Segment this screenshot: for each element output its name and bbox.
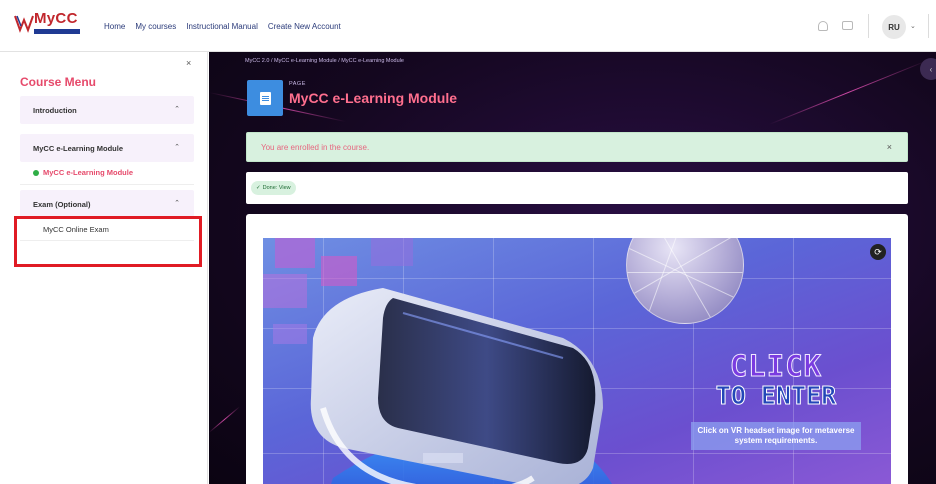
page-document-icon	[247, 80, 283, 116]
decor-cube	[275, 238, 315, 268]
geodesic-sphere	[626, 238, 744, 324]
mycc-logo[interactable]: MyCC	[14, 10, 82, 40]
decor-cube	[273, 324, 307, 344]
nav-home[interactable]: Home	[104, 22, 125, 31]
chevron-down-icon[interactable]: ⌄	[910, 22, 916, 30]
divider	[928, 14, 929, 38]
page-title: MyCC e-Learning Module	[289, 90, 458, 106]
content-card: ⟳ CLICK TO ENTER Click on VR headset ima…	[246, 214, 908, 484]
check-icon: ✓	[256, 185, 261, 191]
sidebar-item-label: MyCC e-Learning Module	[43, 168, 134, 177]
decor-line	[768, 60, 927, 125]
logo-mark-icon	[14, 15, 34, 33]
nav-create-account[interactable]: Create New Account	[268, 22, 341, 31]
chevron-up-icon[interactable]: ⌃	[174, 199, 180, 207]
course-menu-title: Course Menu	[20, 75, 97, 89]
highlight-annotation	[14, 216, 202, 267]
view-360-icon[interactable]: ⟳	[870, 244, 886, 260]
close-icon[interactable]: ×	[887, 142, 892, 152]
drawer-toggle-icon[interactable]: ‹	[920, 58, 936, 80]
course-sidebar: × Course Menu Introduction ⌃ MyCC e-Lear…	[0, 52, 208, 484]
user-area: RU ⌄	[806, 0, 936, 52]
section-introduction[interactable]: Introduction ⌃	[20, 96, 194, 124]
main-nav: Home My courses Instructional Manual Cre…	[104, 22, 341, 31]
chevron-up-icon[interactable]: ⌃	[174, 105, 180, 113]
nav-my-courses[interactable]: My courses	[135, 22, 176, 31]
section-elearning-module[interactable]: MyCC e-Learning Module ⌃	[20, 134, 194, 162]
divider	[868, 14, 869, 38]
section-label: MyCC e-Learning Module	[33, 144, 124, 153]
done-badge: ✓ Done: View	[251, 181, 296, 195]
section-exam[interactable]: Exam (Optional) ⌃	[20, 190, 194, 218]
alert-text: You are enrolled in the course.	[261, 143, 370, 152]
user-avatar[interactable]: RU	[882, 15, 906, 39]
chevron-up-icon[interactable]: ⌃	[174, 143, 180, 151]
vr-headset-illustration[interactable]	[303, 278, 623, 484]
nav-instructional-manual[interactable]: Instructional Manual	[186, 22, 258, 31]
cta-note: Click on VR headset image for metaverse …	[691, 422, 861, 450]
cta-line-1: CLICK	[729, 349, 823, 383]
completed-dot-icon	[33, 170, 39, 176]
section-label: Introduction	[33, 106, 77, 115]
sidebar-item-elearning-module[interactable]: MyCC e-Learning Module	[20, 163, 194, 185]
section-label: Exam (Optional)	[33, 200, 91, 209]
top-navbar: MyCC Home My courses Instructional Manua…	[0, 0, 936, 52]
breadcrumb[interactable]: MyCC 2.0 / MyCC e-Learning Module / MyCC…	[245, 58, 404, 64]
completion-bar: ✓ Done: View	[246, 172, 908, 204]
logo-underline	[34, 29, 80, 34]
main-content: MyCC 2.0 / MyCC e-Learning Module / MyCC…	[209, 52, 936, 484]
messages-icon[interactable]	[842, 21, 853, 30]
done-badge-label: Done: View	[262, 185, 291, 191]
page-type-label: PAGE	[289, 81, 306, 87]
cta-line-2: TO ENTER	[715, 381, 837, 410]
decor-cube	[371, 238, 413, 266]
logo-text: MyCC	[34, 10, 78, 27]
close-sidebar-icon[interactable]: ×	[186, 58, 191, 68]
click-to-enter-cta[interactable]: CLICK TO ENTER Click on VR headset image…	[681, 350, 871, 450]
decor-cube	[263, 274, 307, 308]
enrolled-alert: You are enrolled in the course. ×	[246, 132, 908, 162]
notification-bell-icon[interactable]	[818, 21, 828, 31]
decor-line	[209, 406, 240, 433]
vr-banner-image[interactable]: ⟳ CLICK TO ENTER Click on VR headset ima…	[263, 238, 891, 484]
